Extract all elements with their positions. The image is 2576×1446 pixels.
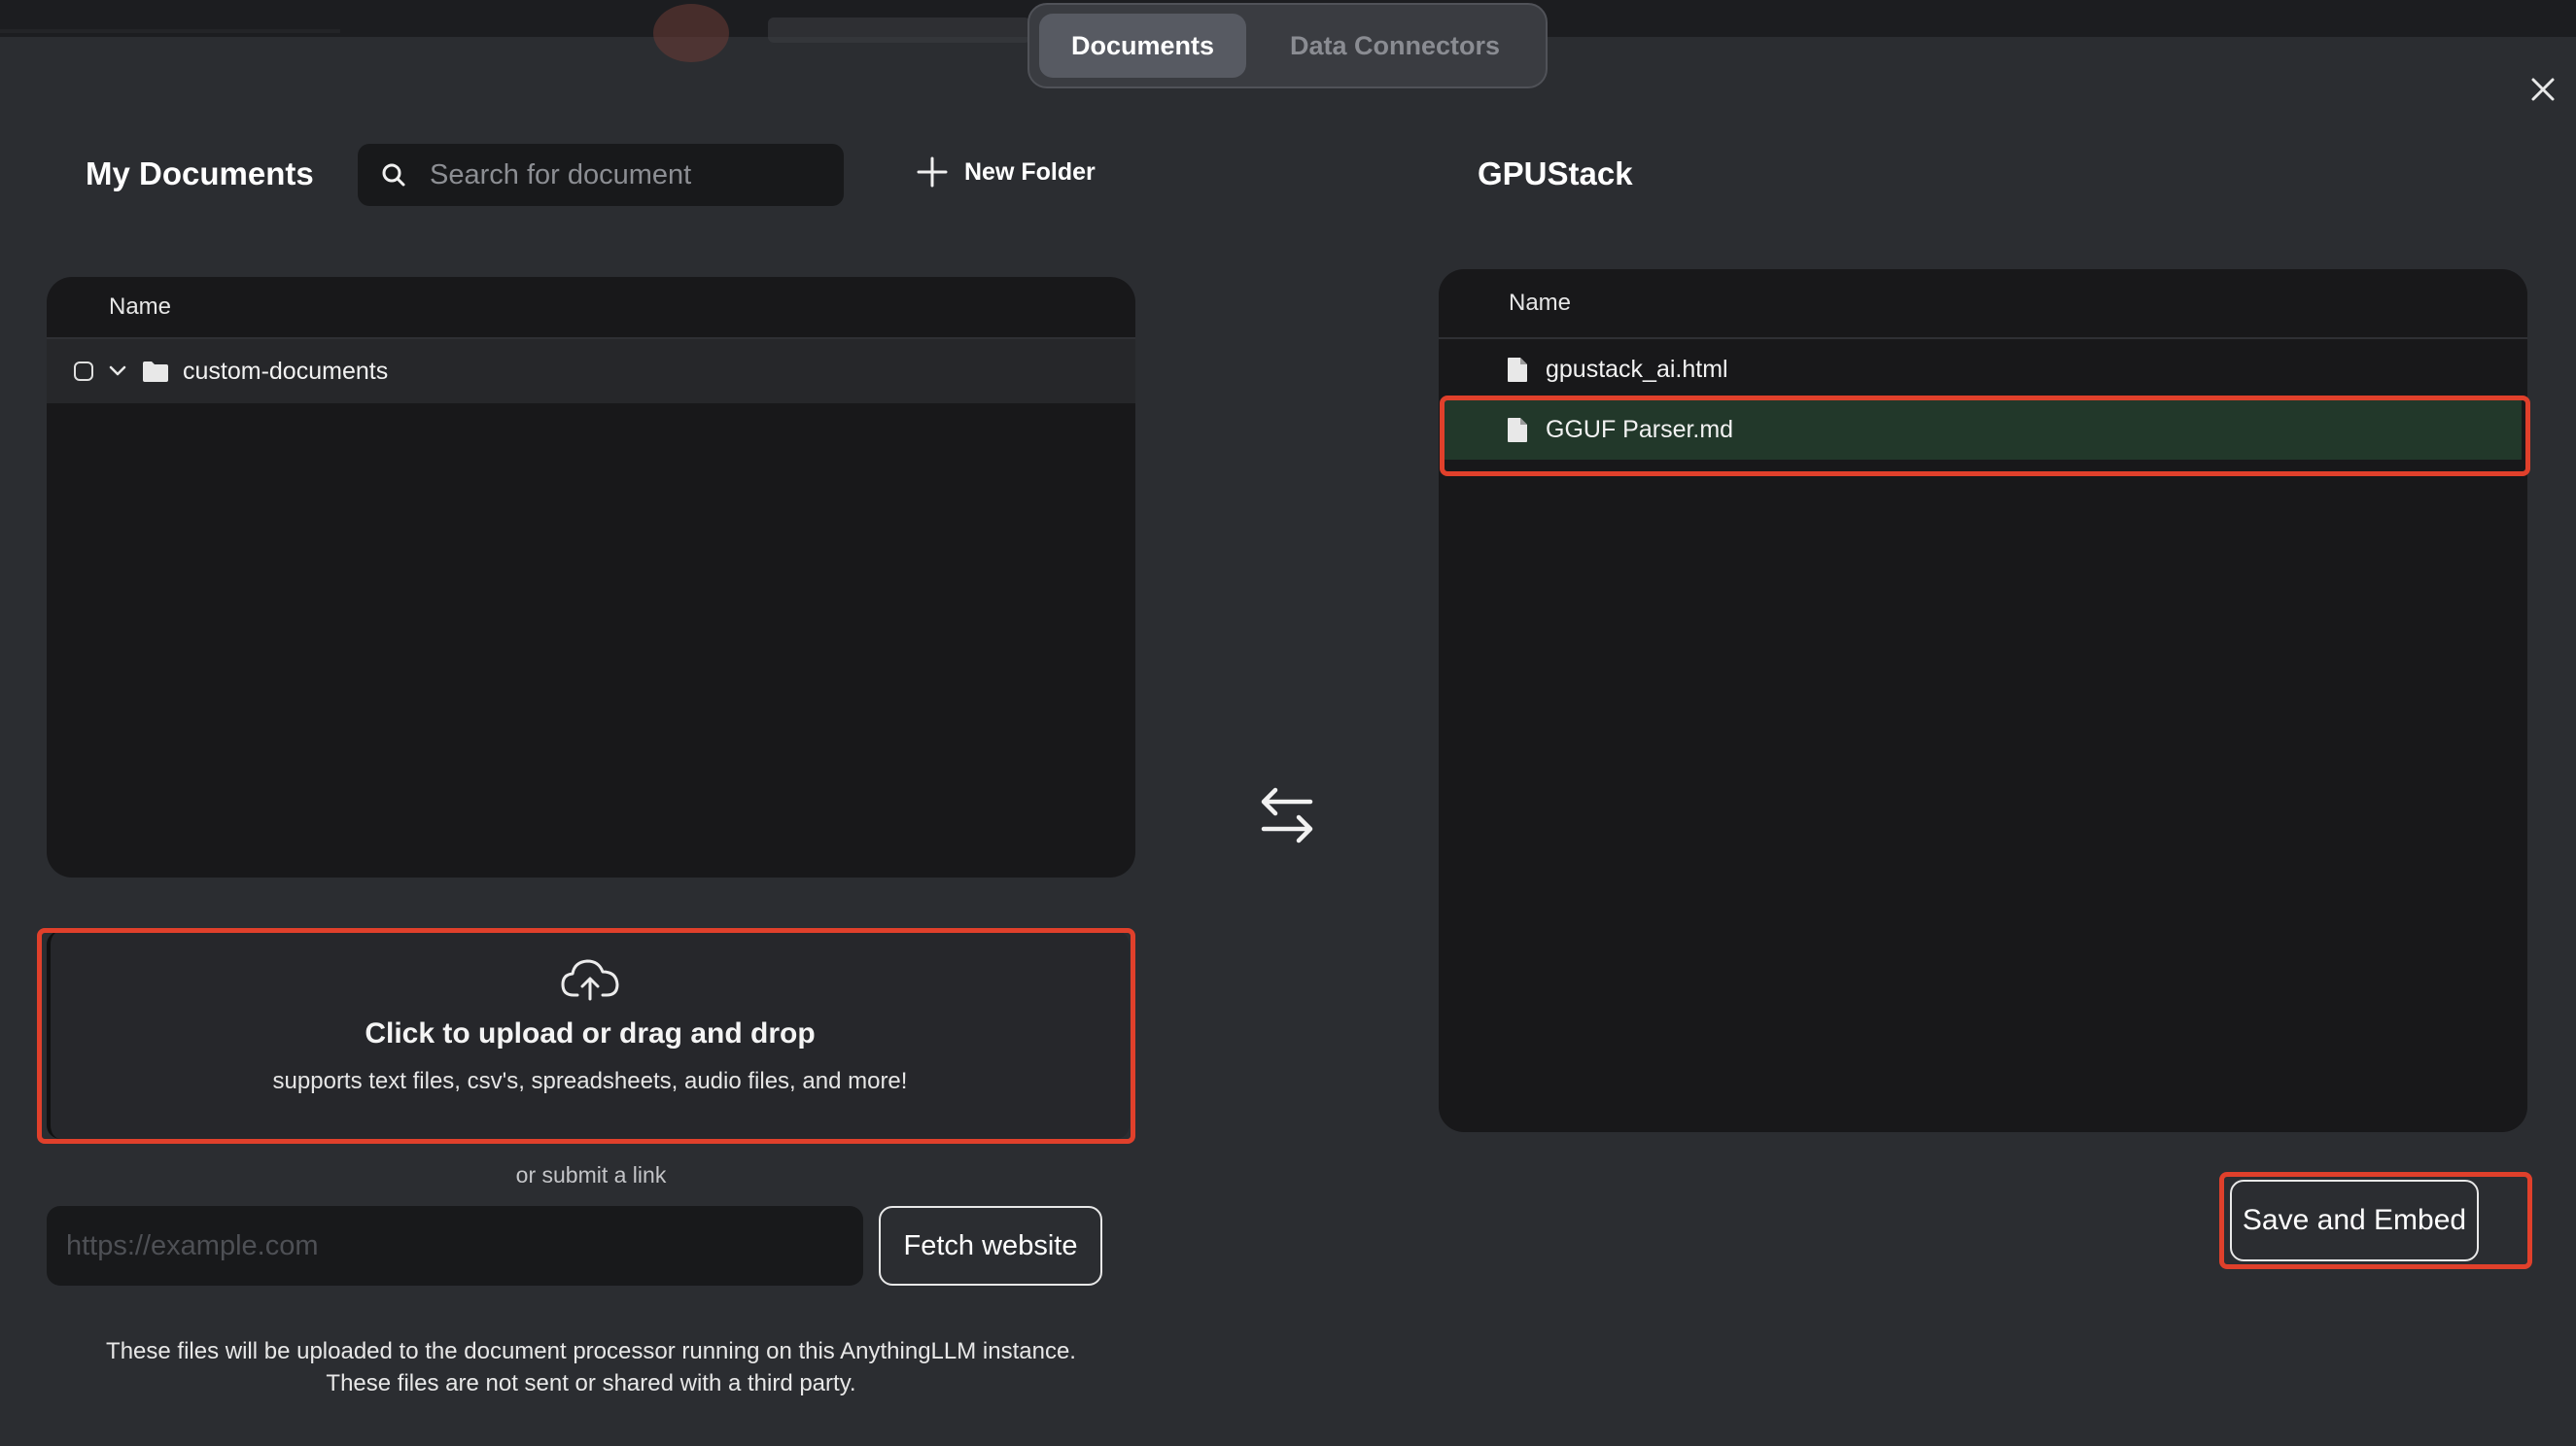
cloud-upload-icon bbox=[561, 959, 619, 1001]
chevron-down-icon[interactable] bbox=[107, 361, 128, 382]
folder-row[interactable]: custom-documents bbox=[47, 339, 1135, 403]
new-folder-label: New Folder bbox=[964, 157, 1096, 186]
upload-dropzone[interactable]: Click to upload or drag and drop support… bbox=[47, 931, 1130, 1139]
workspace-title: GPUStack bbox=[1478, 155, 1633, 191]
save-and-embed-button[interactable]: Save and Embed bbox=[2230, 1180, 2479, 1261]
folder-name: custom-documents bbox=[183, 357, 389, 385]
plus-icon bbox=[917, 156, 948, 188]
file-name: GGUF Parser.md bbox=[1546, 415, 1734, 443]
name-column-header: Name bbox=[1439, 269, 2527, 339]
disclaimer-line-1: These files will be uploaded to the docu… bbox=[106, 1338, 1076, 1364]
swap-arrows-icon bbox=[1254, 782, 1320, 848]
search-icon bbox=[382, 163, 405, 187]
file-name: gpustack_ai.html bbox=[1546, 355, 1728, 383]
or-submit-link-text: or submit a link bbox=[515, 1162, 667, 1188]
tab-documents[interactable]: Documents bbox=[1039, 14, 1246, 78]
file-row-gpustack-ai[interactable]: gpustack_ai.html bbox=[1445, 339, 2522, 399]
folder-icon bbox=[143, 362, 168, 382]
background-divider bbox=[0, 29, 340, 33]
upload-subtitle: supports text files, csv's, spreadsheets… bbox=[272, 1068, 908, 1094]
name-column-header: Name bbox=[47, 277, 1135, 339]
tab-data-connectors[interactable]: Data Connectors bbox=[1254, 14, 1536, 78]
workspace-documents-panel: Name gpustack_ai.html GGUF Parser.md bbox=[1439, 269, 2527, 1132]
fetch-website-button[interactable]: Fetch website bbox=[879, 1206, 1102, 1286]
file-icon bbox=[1508, 417, 1527, 442]
modal-tabs: Documents Data Connectors bbox=[1027, 3, 1548, 88]
upload-title: Click to upload or drag and drop bbox=[365, 1017, 816, 1050]
url-input[interactable] bbox=[47, 1206, 863, 1286]
background-avatar bbox=[653, 4, 729, 62]
file-row-gguf-parser[interactable]: GGUF Parser.md bbox=[1445, 399, 2522, 460]
file-icon bbox=[1508, 357, 1527, 382]
folder-checkbox[interactable] bbox=[74, 362, 93, 381]
disclaimer-line-2: These files are not sent or shared with … bbox=[326, 1370, 856, 1396]
my-documents-panel: Name custom-documents bbox=[47, 277, 1135, 878]
my-documents-title: My Documents bbox=[86, 155, 314, 191]
search-input[interactable] bbox=[428, 157, 820, 192]
search-box[interactable] bbox=[358, 144, 844, 206]
close-icon[interactable] bbox=[2524, 70, 2562, 109]
upload-disclaimer: These files will be uploaded to the docu… bbox=[0, 1335, 1182, 1399]
background-text bbox=[768, 17, 1030, 43]
new-folder-button[interactable]: New Folder bbox=[916, 155, 1096, 189]
